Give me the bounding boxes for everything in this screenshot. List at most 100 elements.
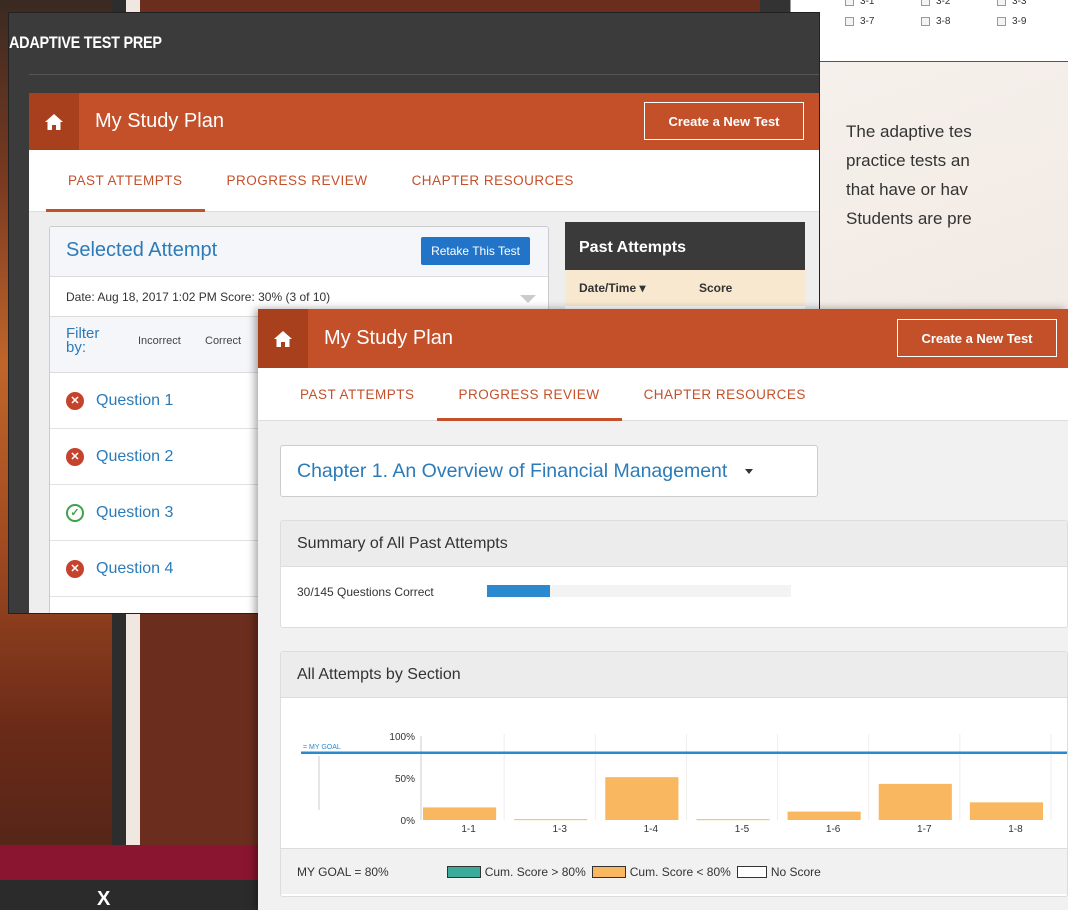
by-section-title: All Attempts by Section [281, 652, 1067, 698]
checkbox-label: 3-2 [936, 0, 951, 7]
checkbox-item[interactable]: 3-3 [997, 0, 1026, 7]
attempt-date-text: Date: Aug 18, 2017 1:02 PM Score: 30% (3… [66, 290, 331, 304]
x-tick-label: 1-1 [461, 824, 476, 835]
checkbox-label: 3-7 [860, 16, 875, 27]
section-bar [423, 807, 497, 820]
home-icon[interactable] [258, 309, 308, 368]
checkbox[interactable] [921, 17, 930, 26]
past-attempts-title: Past Attempts [565, 222, 805, 270]
section-bar [878, 783, 952, 820]
filter-correct[interactable]: Correct [205, 335, 241, 347]
filter-incorrect[interactable]: Incorrect [138, 335, 181, 347]
question-link[interactable]: Question 4 [96, 560, 173, 578]
front-window: My Study Plan Create a New Test PAST ATT… [258, 309, 1068, 910]
legend-label-above: Cum. Score > 80% [484, 864, 586, 879]
create-new-test-button[interactable]: Create a New Test [644, 102, 804, 140]
x-tick-label: 1-3 [552, 824, 567, 835]
legend-label-none: No Score [770, 864, 821, 879]
legend-swatch-none [736, 865, 767, 878]
tab-past-attempts[interactable]: PAST ATTEMPTS [278, 368, 437, 420]
checkbox[interactable] [845, 17, 854, 26]
incorrect-icon: ✕ [66, 391, 84, 410]
legend-label-below: Cum. Score < 80% [629, 864, 731, 879]
by-section-panel: All Attempts by Section 0% 50% 100% 1-1 1-3 1… [280, 651, 1068, 897]
tab-past-attempts[interactable]: PAST ATTEMPTS [46, 150, 205, 212]
correct-icon: ✓ [66, 503, 84, 522]
question-link[interactable]: Question 3 [96, 504, 173, 522]
goal-line-label: = MY GOAL [303, 744, 341, 751]
home-icon[interactable] [29, 93, 79, 150]
section-bar [787, 811, 861, 820]
section-chart: 0% 50% 100% 1-1 1-3 1-4 1-5 1-6 1-7 1-8 = MY GOAL [281, 698, 1067, 848]
selected-attempt-header: Selected Attempt Retake This Test [50, 227, 548, 277]
retake-test-button[interactable]: Retake This Test [421, 237, 530, 265]
checkbox-item[interactable]: 3-2 [921, 0, 950, 7]
side-text-line: Students are pre [846, 209, 972, 228]
checkbox-item[interactable]: 3-9 [997, 16, 1026, 27]
side-text-line: that have or hav [846, 180, 968, 199]
checkbox-label: 3-9 [1012, 16, 1027, 27]
side-text-line: The adaptive tes [846, 122, 972, 141]
caret-down-icon [745, 468, 754, 474]
create-new-test-button[interactable]: Create a New Test [897, 319, 1057, 357]
y-tick-label: 100% [389, 732, 415, 743]
chapter-select[interactable]: Chapter 1. An Overview of Financial Mana… [280, 445, 818, 497]
checkbox-panel: 3-1 3-2 3-3 3-7 3-8 3-9 [790, 0, 1068, 62]
selected-attempt-title: Selected Attempt [66, 239, 218, 261]
incorrect-icon: ✕ [66, 447, 84, 466]
y-tick-label: 50% [395, 774, 415, 785]
past-attempts-columns: Date/Time ▾ Score [565, 270, 805, 306]
side-text-line: practice tests an [846, 151, 970, 170]
footer-mark: X [97, 888, 111, 910]
checkbox-label: 3-1 [860, 0, 875, 7]
checkbox[interactable] [997, 0, 1006, 6]
x-tick-label: 1-6 [826, 824, 841, 835]
filter-label: Filter by: [66, 325, 100, 356]
study-plan-header: My Study Plan Create a New Test [258, 309, 1068, 368]
checkbox-item[interactable]: 3-7 [845, 16, 874, 27]
tab-bar: PAST ATTEMPTS PROGRESS REVIEW CHAPTER RE… [258, 368, 1068, 421]
question-link[interactable]: Question 1 [96, 392, 173, 410]
y-tick-label: 0% [401, 816, 416, 827]
tab-chapter-resources[interactable]: CHAPTER RESOURCES [622, 368, 828, 420]
section-bar [696, 819, 770, 821]
section-bar [605, 777, 679, 820]
study-plan-title: My Study Plan [324, 327, 453, 349]
legend-goal: MY GOAL = 80% [297, 864, 389, 879]
checkbox[interactable] [845, 0, 854, 6]
question-link[interactable]: Question 2 [96, 448, 173, 466]
x-tick-label: 1-5 [735, 824, 750, 835]
incorrect-icon: ✕ [66, 559, 84, 578]
checkbox-item[interactable]: 3-8 [921, 16, 950, 27]
progress-review-content: Chapter 1. An Overview of Financial Mana… [258, 421, 1068, 910]
legend-swatch-above [446, 865, 481, 878]
study-plan-header: My Study Plan Create a New Test [29, 93, 819, 150]
legend-swatch-below [591, 865, 626, 878]
summary-title: Summary of All Past Attempts [281, 521, 1067, 567]
tab-progress-review[interactable]: PROGRESS REVIEW [436, 368, 622, 421]
questions-correct-text: 30/145 Questions Correct [297, 585, 434, 599]
checkbox-label: 3-8 [936, 16, 951, 27]
divider [29, 74, 819, 75]
summary-panel: Summary of All Past Attempts 30/145 Ques… [280, 520, 1068, 628]
summary-body: 30/145 Questions Correct [281, 567, 1067, 617]
section-bar [969, 802, 1043, 820]
progress-bar-fill [487, 585, 550, 597]
checkbox-label: 3-3 [1012, 0, 1027, 7]
checkbox[interactable] [921, 0, 930, 6]
study-plan-title: My Study Plan [95, 110, 224, 132]
tab-bar: PAST ATTEMPTS PROGRESS REVIEW CHAPTER RE… [29, 150, 819, 212]
tab-chapter-resources[interactable]: CHAPTER RESOURCES [390, 150, 596, 211]
x-tick-label: 1-7 [917, 824, 932, 835]
app-title: ADAPTIVE TEST PREP [9, 33, 162, 52]
chapter-select-value: Chapter 1. An Overview of Financial Mana… [297, 459, 728, 482]
chart-legend: MY GOAL = 80% Cum. Score > 80% Cum. Scor… [281, 848, 1067, 894]
column-date-time[interactable]: Date/Time ▾ [579, 281, 699, 295]
checkbox-item[interactable]: 3-1 [845, 0, 874, 7]
checkbox[interactable] [997, 17, 1006, 26]
side-description: The adaptive tes practice tests an that … [846, 117, 1068, 233]
tab-progress-review[interactable]: PROGRESS REVIEW [205, 150, 390, 211]
column-score[interactable]: Score [699, 281, 732, 295]
progress-bar [487, 585, 791, 597]
x-tick-label: 1-8 [1008, 824, 1023, 835]
